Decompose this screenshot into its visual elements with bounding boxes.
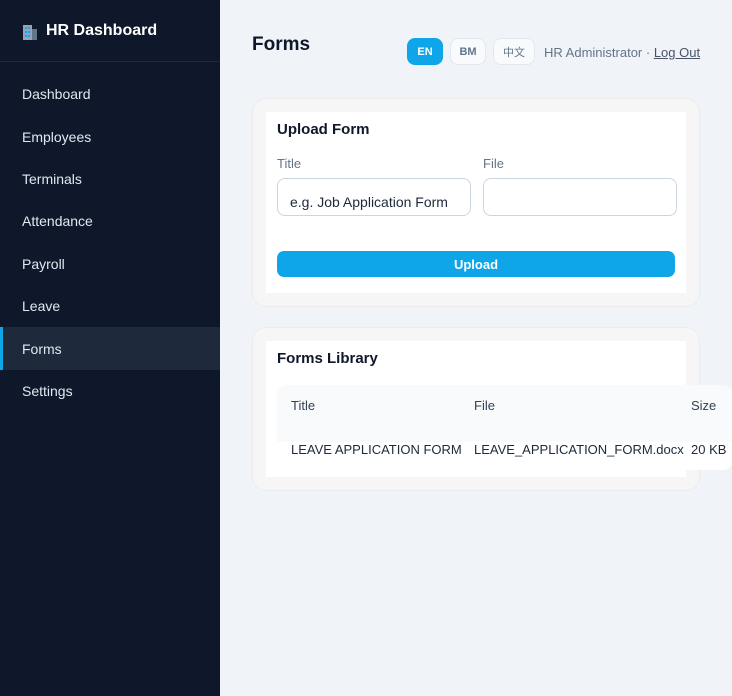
sidebar-item-terminals[interactable]: Terminals [0,158,220,200]
user-name: HR Administrator · [544,45,651,60]
forms-library-heading: Forms Library [277,350,378,367]
table-row[interactable]: LEAVE APPLICATION FORM LEAVE_APPLICATION… [277,442,732,470]
brand-title: HR Dashboard [46,21,158,39]
upload-form-card: Upload Form Title File Upload [252,98,700,307]
sidebar-item-label: Employees [22,128,92,145]
title-input[interactable] [278,179,470,215]
sidebar-item-forms[interactable]: Forms [0,327,220,371]
column-header-title[interactable]: Title [291,398,315,413]
forms-library-card: Forms Library Title File Size LEAVE APPL… [252,327,732,491]
sidebar-item-label: Settings [22,382,73,399]
row-title: LEAVE APPLICATION FORM [291,442,462,457]
sidebar-item-label: Attendance [22,213,93,230]
lang-button-bm[interactable]: BM [450,38,486,65]
title-label: Title [277,156,302,171]
page-title: Forms [252,34,311,55]
language-switcher: EN BM 中文 [407,38,535,65]
sidebar-item-settings[interactable]: Settings [0,370,220,412]
sidebar-item-dashboard[interactable]: Dashboard [0,73,220,115]
building-icon [22,22,38,40]
column-header-file[interactable]: File [474,398,495,413]
sidebar-item-label: Payroll [22,255,65,272]
sidebar-item-label: Dashboard [22,86,91,103]
logout-link[interactable]: Log Out [654,45,700,60]
sidebar-item-leave[interactable]: Leave [0,285,220,327]
lang-button-en[interactable]: EN [407,38,443,65]
row-size: 20 KB [691,442,727,457]
column-header-size[interactable]: Size [691,398,716,413]
row-file-link[interactable]: LEAVE_APPLICATION_FORM.docx [474,442,684,457]
upload-form-panel: Upload Form Title File Upload [266,112,686,293]
lang-button-zh[interactable]: 中文 [493,38,535,65]
title-field[interactable] [277,178,471,216]
sidebar-item-payroll[interactable]: Payroll [0,243,220,285]
sidebar-item-employees[interactable]: Employees [0,115,220,157]
sidebar-item-attendance[interactable]: Attendance [0,200,220,242]
file-input[interactable] [483,178,677,216]
file-label: File [483,156,504,171]
sidebar: HR Dashboard Dashboard Employees Termina… [0,0,220,696]
upload-form-heading: Upload Form [277,121,370,138]
brand[interactable]: HR Dashboard [0,0,220,62]
forms-table: Title File Size LEAVE APPLICATION FORM L… [277,385,732,470]
sidebar-nav: Dashboard Employees Terminals Attendance… [0,62,220,412]
sidebar-item-label: Terminals [22,170,82,187]
sidebar-item-label: Forms [22,340,62,357]
upload-button[interactable]: Upload [277,251,675,277]
user-info: HR Administrator · Log Out [544,45,700,60]
sidebar-item-label: Leave [22,298,61,315]
